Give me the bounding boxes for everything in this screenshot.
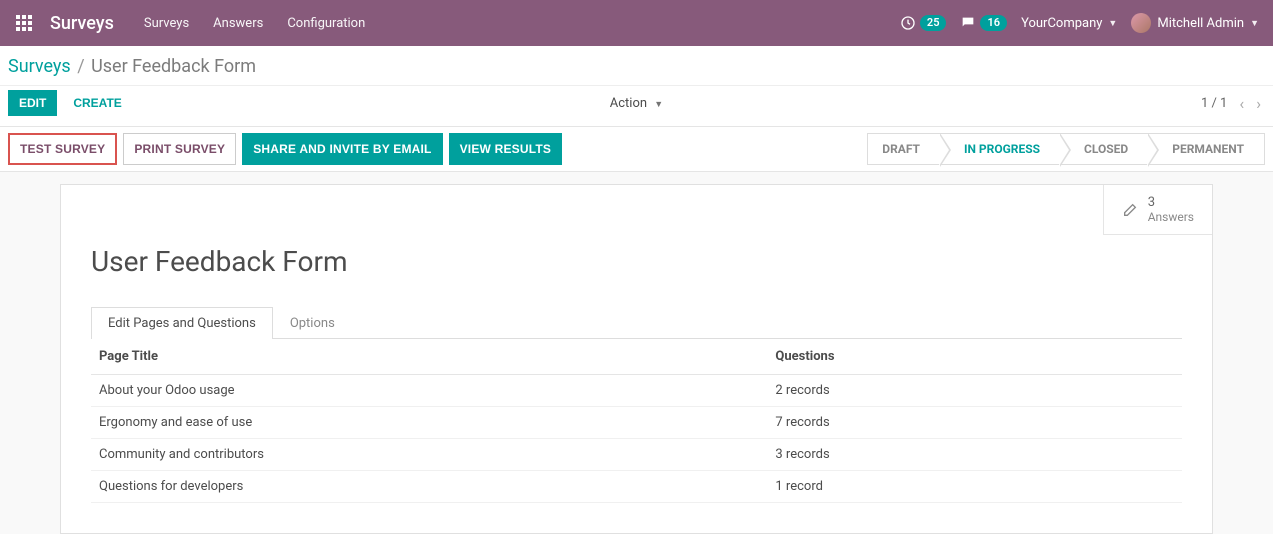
row-questions: 1 record (767, 471, 1182, 503)
row-questions: 7 records (767, 407, 1182, 439)
page-title: User Feedback Form (91, 245, 1182, 278)
share-button[interactable]: SHARE AND INVITE BY EMAIL (242, 133, 442, 165)
status-permanent[interactable]: PERMANENT (1148, 133, 1265, 165)
top-nav: Surveys Surveys Answers Configuration 25… (0, 0, 1273, 46)
nav-link-configuration[interactable]: Configuration (277, 8, 375, 39)
table-row[interactable]: Ergonomy and ease of use 7 records (91, 407, 1182, 439)
nav-links: Surveys Answers Configuration (134, 8, 375, 39)
pager-range: 1 / 1 (1201, 96, 1227, 111)
sheet-inner: User Feedback Form Edit Pages and Questi… (61, 185, 1212, 533)
table-row[interactable]: Questions for developers 1 record (91, 471, 1182, 503)
answers-stat-button[interactable]: 3 Answers (1104, 185, 1212, 234)
action-bar: TEST SURVEY PRINT SURVEY SHARE AND INVIT… (0, 126, 1273, 172)
avatar (1131, 13, 1151, 33)
status-in-progress[interactable]: IN PROGRESS (940, 133, 1060, 165)
tab-options[interactable]: Options (273, 307, 352, 339)
tabs: Edit Pages and Questions Options (91, 306, 1182, 339)
nav-link-answers[interactable]: Answers (203, 8, 273, 39)
user-menu[interactable]: Mitchell Admin ▼ (1131, 13, 1259, 33)
view-results-button[interactable]: VIEW RESULTS (449, 133, 563, 165)
breadcrumb: Surveys / User Feedback Form (8, 56, 256, 77)
control-row-2: Edit Create Action ▼ 1 / 1 ‹ › (0, 86, 1273, 126)
messages-indicator[interactable]: 16 (960, 15, 1007, 31)
caret-down-icon: ▼ (1250, 18, 1259, 29)
breadcrumb-sep: / (75, 56, 86, 77)
company-name: YourCompany (1021, 16, 1102, 31)
messages-count: 16 (980, 15, 1007, 31)
breadcrumb-current: User Feedback Form (91, 56, 256, 77)
table-header-row: Page Title Questions (91, 339, 1182, 375)
status-closed[interactable]: CLOSED (1060, 133, 1148, 165)
table-row[interactable]: Community and contributors 3 records (91, 439, 1182, 471)
activity-indicator[interactable]: 25 (900, 15, 947, 31)
brand: Surveys (40, 13, 134, 34)
col-questions[interactable]: Questions (767, 339, 1182, 375)
row-title: Questions for developers (91, 471, 767, 503)
row-title: Ergonomy and ease of use (91, 407, 767, 439)
stat-buttons: 3 Answers (1103, 185, 1212, 235)
row-title: About your Odoo usage (91, 375, 767, 407)
edit-icon (1122, 202, 1138, 218)
col-page-title[interactable]: Page Title (91, 339, 767, 375)
company-switcher[interactable]: YourCompany ▼ (1021, 16, 1117, 31)
pager-next[interactable]: › (1256, 94, 1261, 113)
activity-count: 25 (920, 15, 947, 31)
caret-down-icon: ▼ (1108, 18, 1117, 29)
pages-table: Page Title Questions About your Odoo usa… (91, 339, 1182, 503)
create-button[interactable]: Create (63, 91, 131, 115)
status-draft[interactable]: DRAFT (867, 133, 940, 165)
chat-icon (960, 15, 976, 31)
print-survey-button[interactable]: PRINT SURVEY (123, 133, 236, 165)
nav-right: 25 16 YourCompany ▼ Mitchell Admin ▼ (900, 13, 1265, 33)
action-label: Action (610, 96, 647, 111)
sheet-wrap: 3 Answers User Feedback Form Edit Pages … (0, 184, 1273, 534)
apps-icon[interactable] (8, 7, 40, 39)
nav-link-surveys[interactable]: Surveys (134, 8, 199, 39)
breadcrumb-root[interactable]: Surveys (8, 56, 71, 77)
tab-pages[interactable]: Edit Pages and Questions (91, 307, 273, 339)
user-name: Mitchell Admin (1157, 16, 1244, 31)
clock-icon (900, 15, 916, 31)
answers-label: Answers (1148, 210, 1194, 224)
statusbar: DRAFT IN PROGRESS CLOSED PERMANENT (867, 133, 1265, 165)
row-questions: 2 records (767, 375, 1182, 407)
test-survey-button[interactable]: TEST SURVEY (8, 133, 117, 165)
pager-prev[interactable]: ‹ (1239, 94, 1244, 113)
pager: 1 / 1 ‹ › (1201, 94, 1261, 113)
table-row[interactable]: About your Odoo usage 2 records (91, 375, 1182, 407)
action-dropdown[interactable]: Action ▼ (610, 96, 663, 111)
caret-down-icon: ▼ (654, 100, 663, 110)
edit-button[interactable]: Edit (8, 90, 57, 116)
control-row: Surveys / User Feedback Form (0, 46, 1273, 86)
row-title: Community and contributors (91, 439, 767, 471)
answers-count: 3 (1148, 195, 1194, 210)
form-sheet: 3 Answers User Feedback Form Edit Pages … (60, 184, 1213, 534)
row-questions: 3 records (767, 439, 1182, 471)
